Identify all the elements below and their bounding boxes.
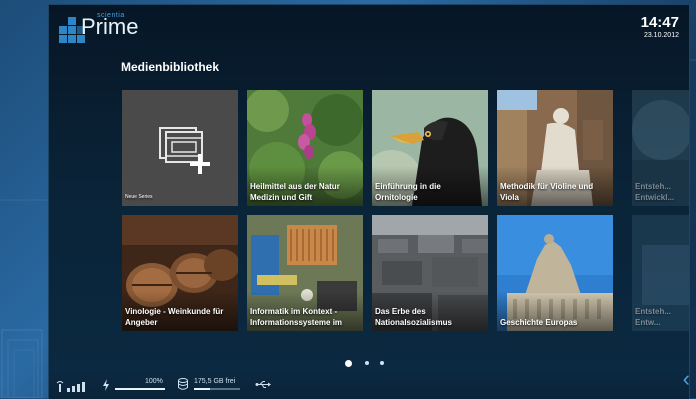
page-dot[interactable] xyxy=(380,361,384,365)
storage-icon xyxy=(178,378,188,390)
tile-label: Informatik im Kontext - Informationssyst… xyxy=(250,307,343,327)
tile-label: Entsteh... Entwickl... xyxy=(635,182,675,202)
page-dot[interactable] xyxy=(365,361,369,365)
chevron-left-icon[interactable]: ‹ xyxy=(683,368,690,390)
clock-time: 14:47 xyxy=(640,14,679,31)
tile-violine[interactable]: Methodik für Violine und Viola xyxy=(497,90,613,206)
tile-label: Neue Series xyxy=(125,194,153,200)
tile-label: Methodik für Violine und Viola xyxy=(500,182,594,202)
status-bar: 100% 175,5 GB frei xyxy=(49,371,689,399)
battery-percent: 100% xyxy=(145,378,163,385)
add-film-icon xyxy=(159,127,210,174)
logo-wordmark: Prime xyxy=(81,14,139,39)
tile-erbe[interactable]: Das Erbe des Nationalsozialismus xyxy=(372,215,488,331)
tile-label: Das Erbe des Nationalsozialismus xyxy=(375,307,452,327)
storage-bar-fill xyxy=(194,388,211,390)
tile-europa[interactable]: Geschichte Europas xyxy=(497,215,613,331)
app-screen: scientia Prime 14:47 23.10.2012 Medienbi… xyxy=(48,4,690,399)
tile-label: Entsteh... Entw... xyxy=(635,307,672,327)
storage-bar xyxy=(194,388,240,390)
power-icon xyxy=(103,379,109,391)
tile-label: Vinologie - Weinkunde für Angeber xyxy=(125,307,224,327)
usb-icon xyxy=(255,381,271,388)
tile-entstehung-2[interactable]: Entsteh... Entw... xyxy=(632,215,689,331)
storage-free: 175,5 GB frei xyxy=(194,378,236,385)
tile-entstehung[interactable]: Entsteh... Entwickl... xyxy=(632,90,689,206)
page-title: Medienbibliothek xyxy=(121,60,220,74)
tile-vinologie[interactable]: Vinologie - Weinkunde für Angeber xyxy=(122,215,238,331)
tile-informatik[interactable]: Informatik im Kontext - Informationssyst… xyxy=(247,215,363,331)
clock-date: 23.10.2012 xyxy=(643,32,679,39)
tile-label: Geschichte Europas xyxy=(500,318,578,327)
battery-bar xyxy=(115,388,165,390)
clock: 14:47 23.10.2012 xyxy=(641,15,679,40)
app-logo: scientia Prime xyxy=(59,12,139,52)
tile-new-series[interactable]: Neue Series xyxy=(122,90,238,206)
tile-ornitologie[interactable]: Einführung in die Ornitologie xyxy=(372,90,488,206)
battery-bar-fill xyxy=(115,388,165,390)
tile-label: Heilmittel aus der Natur Medizin und Gif… xyxy=(250,182,340,202)
tile-label: Einführung in die Ornitologie xyxy=(375,182,441,202)
signal-icon xyxy=(56,381,85,392)
tile-heilmittel[interactable]: Heilmittel aus der Natur Medizin und Gif… xyxy=(247,90,363,206)
page-dot-active[interactable] xyxy=(345,360,352,367)
